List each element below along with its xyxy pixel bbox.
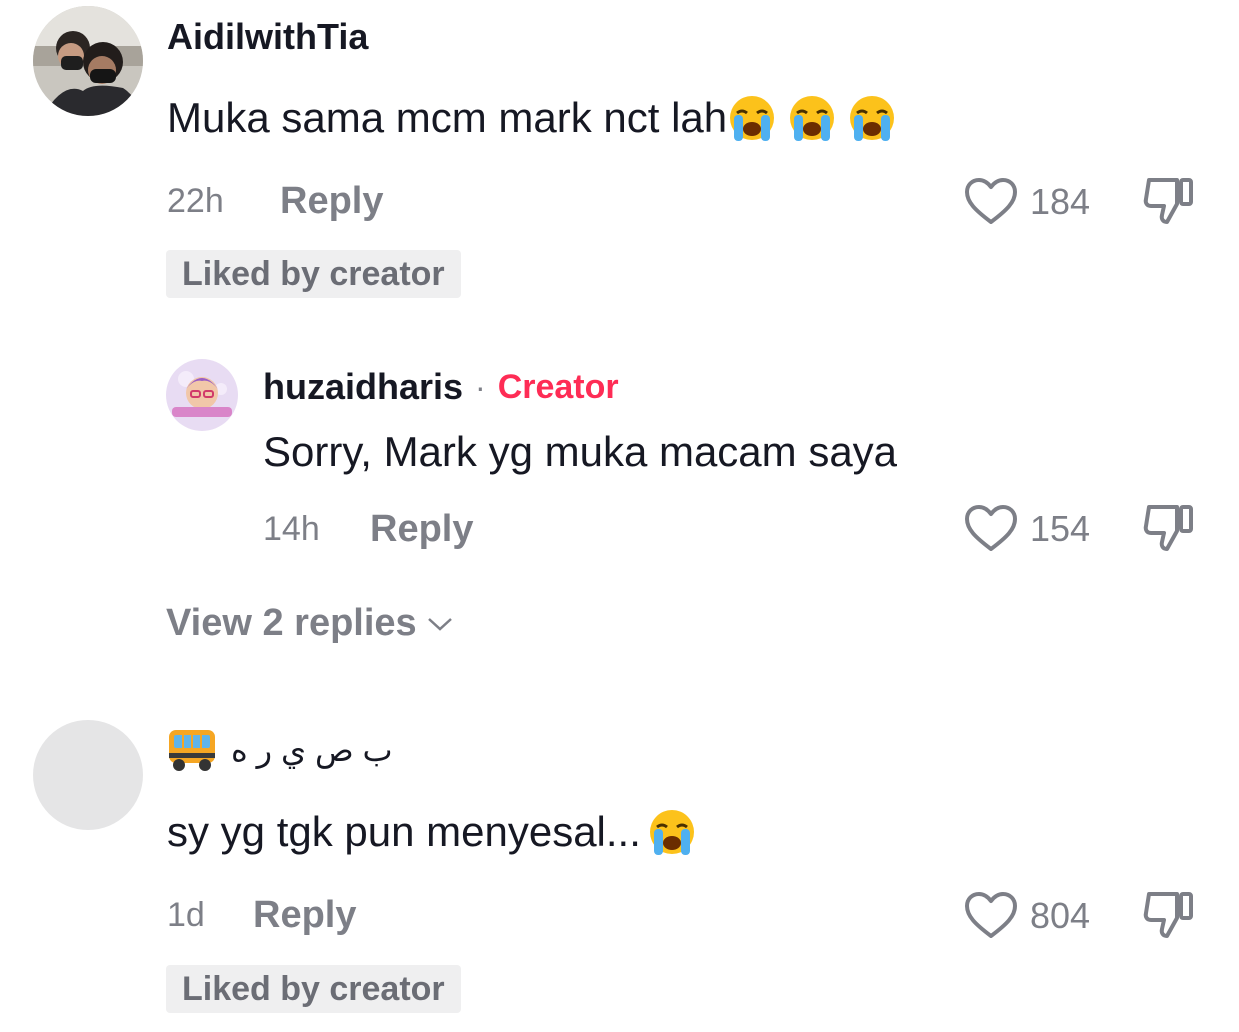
reply-time: 14h [263, 510, 320, 548]
loudly-crying-face-icon [730, 96, 775, 141]
comment-username-row: ب ص ي ر ه [167, 727, 393, 773]
view-replies-label: View 2 replies [166, 602, 417, 644]
comment-text-body: Muka sama mcm mark nct lah [167, 94, 728, 141]
loudly-crying-face-icon [790, 96, 835, 141]
comment-username[interactable]: ب ص ي ر ه [231, 731, 393, 769]
reply-button[interactable]: Reply [280, 180, 383, 223]
like-count: 154 [1030, 508, 1091, 549]
reply-username[interactable]: huzaidharis [263, 366, 463, 408]
reply-text: Sorry, Mark yg muka macam saya [263, 428, 898, 475]
reply-button[interactable]: Reply [370, 508, 473, 551]
comment-time: 22h [167, 182, 224, 220]
bus-icon [169, 730, 215, 771]
avatar[interactable] [33, 6, 143, 116]
like-count: 804 [1030, 895, 1091, 936]
comment-time: 1d [167, 896, 205, 934]
dislike-icon[interactable] [1141, 176, 1195, 226]
chevron-down-icon [427, 617, 452, 631]
comment-text-body: sy yg tgk pun menyesal... [167, 808, 641, 855]
separator-dot: · [475, 368, 486, 405]
like-count: 184 [1030, 181, 1091, 222]
loudly-crying-face-icon [649, 810, 694, 855]
loudly-crying-face-icon [850, 96, 895, 141]
heart-icon[interactable] [963, 176, 1019, 226]
view-replies-button[interactable]: View 2 replies [166, 602, 455, 645]
heart-icon[interactable] [963, 890, 1019, 940]
liked-by-creator-badge: Liked by creator [166, 250, 461, 298]
heart-icon[interactable] [963, 503, 1019, 553]
reply-header: huzaidharis · Creator [263, 366, 619, 408]
comment-username[interactable]: AidilwithTia [167, 16, 368, 58]
avatar[interactable] [33, 720, 143, 830]
creator-tag: Creator [497, 367, 619, 406]
liked-by-creator-badge: Liked by creator [166, 965, 461, 1013]
dislike-icon[interactable] [1141, 890, 1195, 940]
dislike-icon[interactable] [1141, 503, 1195, 553]
comment-text: sy yg tgk pun menyesal... [167, 806, 697, 858]
comment-text: Muka sama mcm mark nct lah [167, 92, 897, 144]
reply-button[interactable]: Reply [253, 894, 356, 937]
avatar[interactable] [166, 359, 238, 431]
